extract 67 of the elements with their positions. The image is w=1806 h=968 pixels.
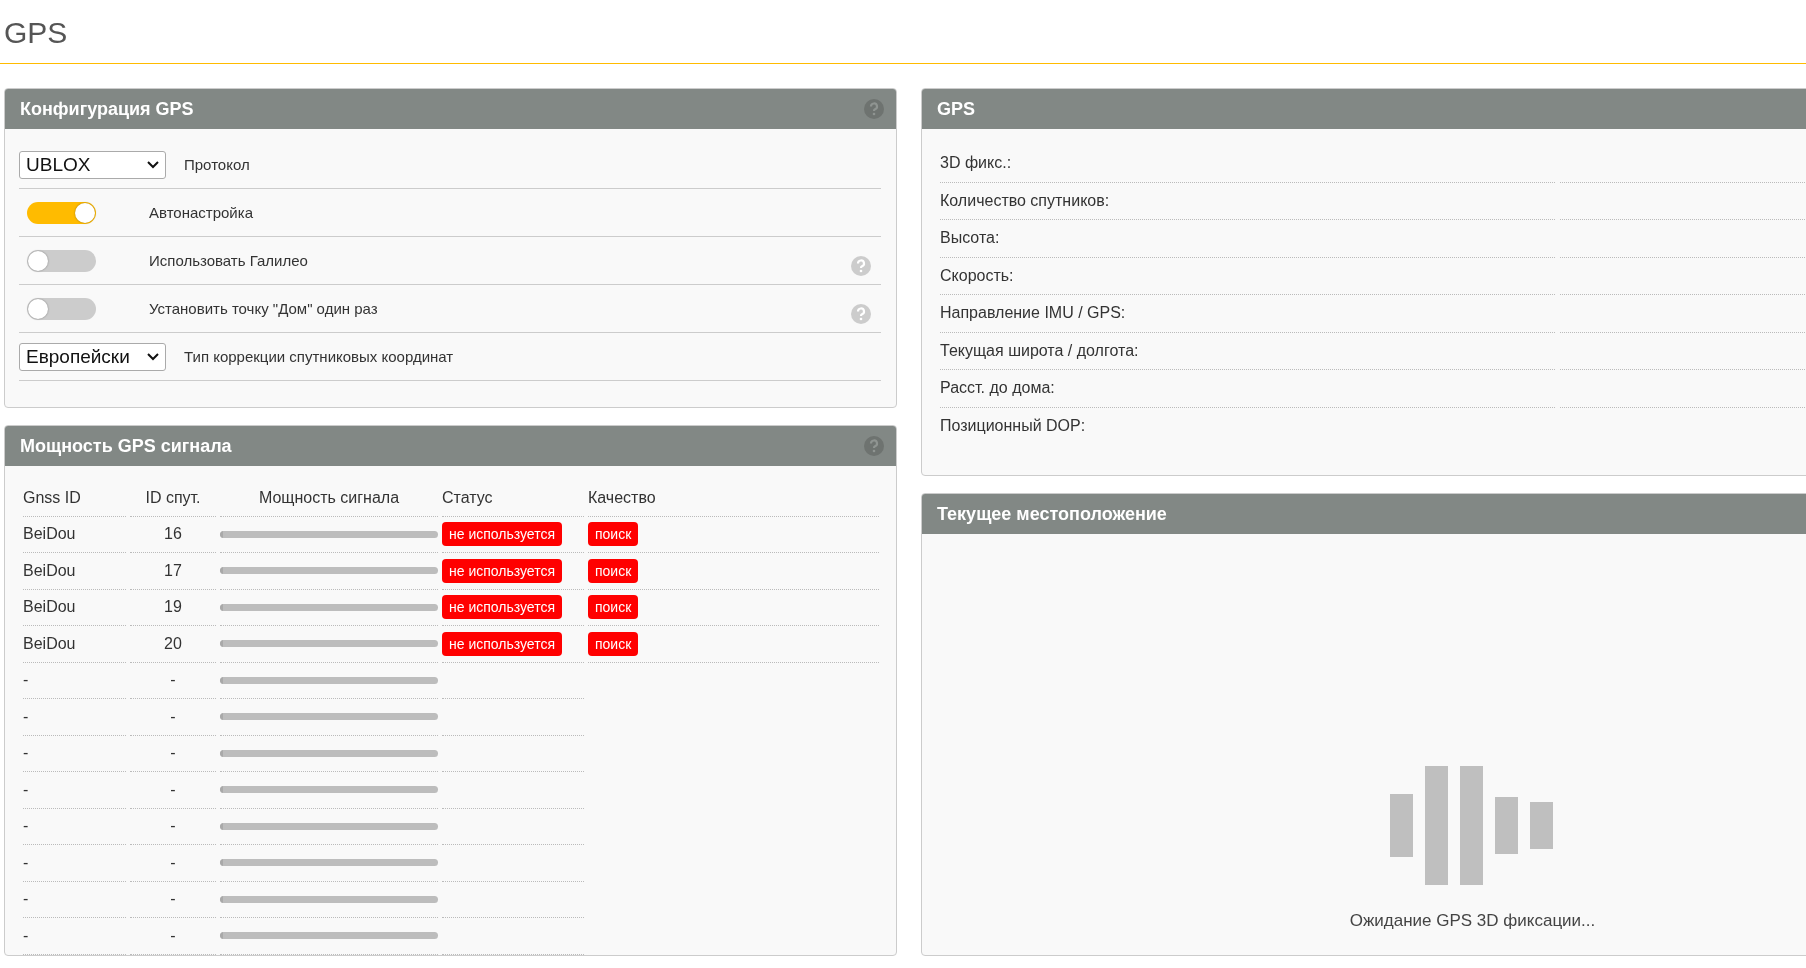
- info-label: Текущая широта / долгота:: [940, 332, 1555, 370]
- setting-label: Использовать Галилео: [149, 252, 308, 269]
- table-cell: -: [23, 881, 126, 918]
- info-label: Количество спутников:: [940, 182, 1555, 220]
- table-cell: 20: [130, 626, 216, 663]
- waiting-message: Ожидание GPS 3D фиксации...: [1349, 911, 1596, 931]
- help-icon[interactable]: [864, 99, 884, 119]
- quality-badge: поиск: [588, 522, 639, 547]
- column-header: Gnss ID: [23, 480, 126, 517]
- column-header: Качество: [588, 480, 879, 517]
- column-header: Мощность сигнала: [220, 480, 438, 517]
- table-cell: -: [130, 808, 216, 845]
- column-header: ID спут.: [130, 480, 216, 517]
- table-cell: -: [130, 881, 216, 918]
- table-cell: -: [130, 918, 216, 955]
- table-cell: -: [23, 845, 126, 882]
- panel-title: Мощность GPS сигнала: [20, 435, 232, 457]
- table-cell: -: [23, 735, 126, 772]
- table-cell: -: [130, 662, 216, 699]
- quality-badge: поиск: [588, 558, 639, 583]
- setting-label: Автонастройка: [149, 204, 253, 221]
- column-header: Статус: [442, 480, 584, 517]
- status-badge: не используется: [442, 595, 562, 620]
- table-cell: 19: [130, 589, 216, 626]
- panel-title: Текущее местоположение: [937, 503, 1167, 525]
- table-cell: -: [130, 772, 216, 809]
- status-badge: не используется: [442, 522, 562, 547]
- dropdown-select[interactable]: Европейски: [19, 342, 166, 371]
- table-cell: -: [23, 808, 126, 845]
- table-cell: -: [23, 699, 126, 736]
- toggle-switch[interactable]: [27, 297, 96, 320]
- setting-label: Тип коррекции спутниковых координат: [184, 348, 454, 365]
- table-cell: -: [23, 772, 126, 809]
- chevron-icon: [147, 160, 159, 169]
- chevron-icon: [147, 352, 159, 361]
- setting-label: Установить точку "Дом" один раз: [149, 300, 378, 317]
- table-cell: BeiDou: [23, 626, 126, 663]
- table-cell: BeiDou: [23, 553, 126, 590]
- info-label: Позиционный DOP:: [940, 416, 1087, 437]
- help-icon[interactable]: [851, 304, 871, 324]
- quality-badge: поиск: [588, 595, 639, 620]
- page-title: GPS: [4, 16, 68, 49]
- table-cell: BeiDou: [23, 589, 126, 626]
- panel-title: GPS: [937, 98, 975, 120]
- table-cell: -: [130, 699, 216, 736]
- table-cell: 17: [130, 553, 216, 590]
- status-badge: не используется: [442, 558, 562, 583]
- table-cell: -: [130, 735, 216, 772]
- toggle-switch[interactable]: [27, 249, 96, 272]
- table-cell: 16: [130, 516, 216, 553]
- status-badge: не используется: [442, 631, 562, 656]
- panel-title: Конфигурация GPS: [20, 98, 194, 120]
- info-label: Высота:: [940, 220, 1555, 258]
- table-cell: -: [23, 918, 126, 955]
- table-cell: -: [23, 662, 126, 699]
- quality-badge: поиск: [588, 631, 639, 656]
- table-cell: BeiDou: [23, 516, 126, 553]
- info-label: Скорость:: [940, 257, 1555, 295]
- toggle-switch[interactable]: [27, 201, 96, 224]
- info-label: 3D фикс.:: [940, 145, 1555, 183]
- info-label: Направление IMU / GPS:: [940, 295, 1555, 333]
- dropdown-select[interactable]: UBLOX: [19, 150, 166, 179]
- help-icon[interactable]: [864, 436, 884, 456]
- setting-label: Протокол: [184, 156, 250, 173]
- help-icon[interactable]: [851, 256, 871, 276]
- info-label: Расст. до дома:: [940, 370, 1555, 408]
- table-cell: -: [130, 845, 216, 882]
